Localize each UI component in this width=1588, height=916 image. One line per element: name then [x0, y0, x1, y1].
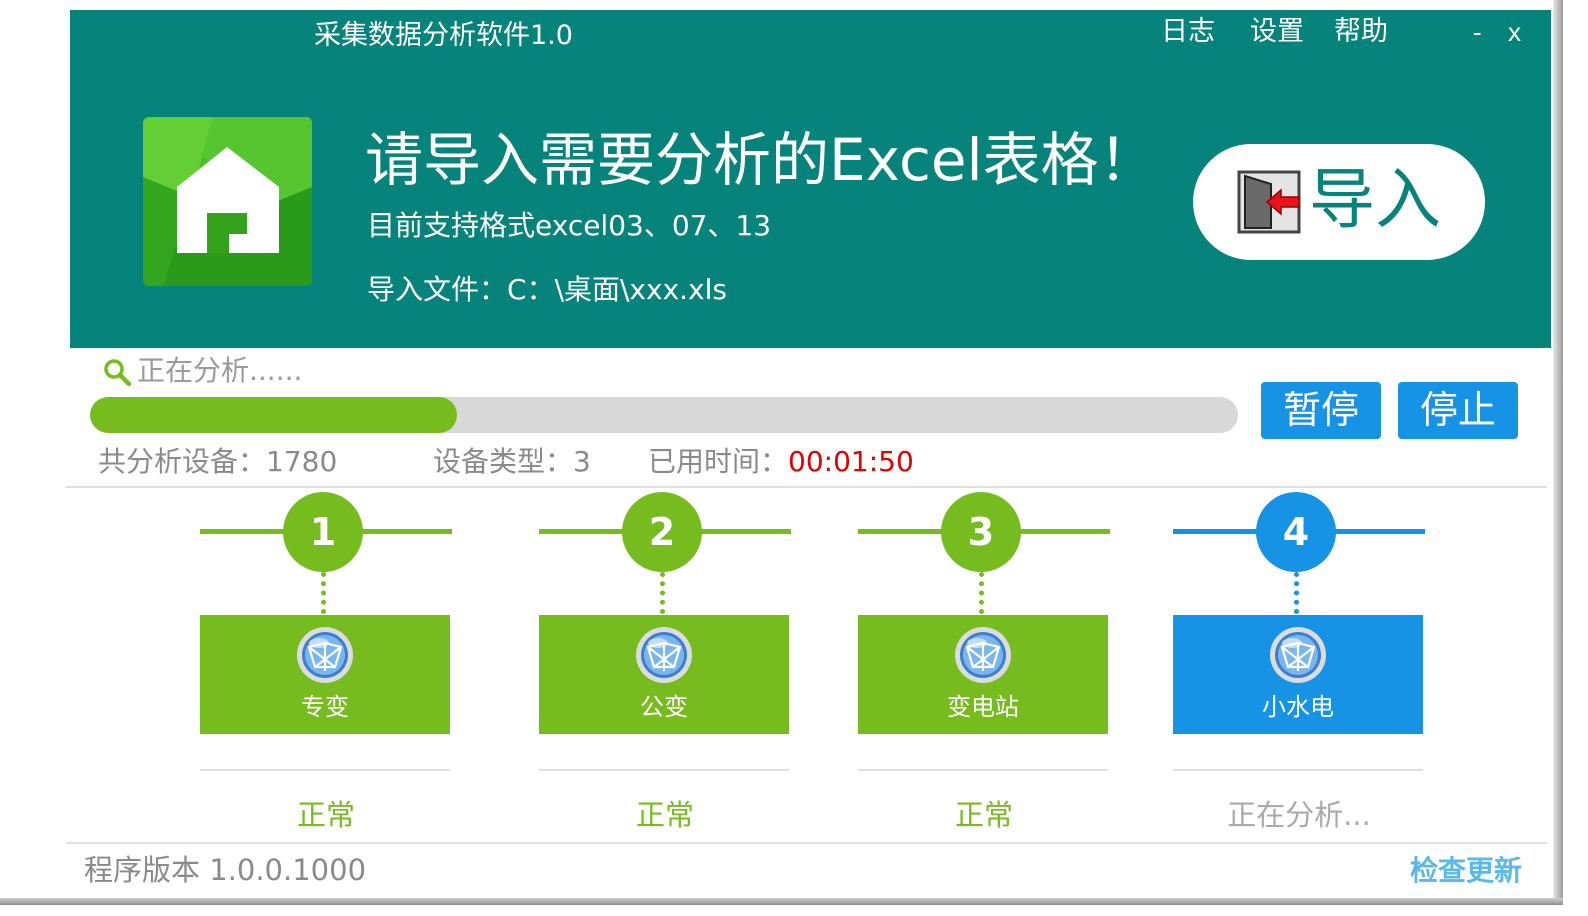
step-2-separator: [539, 769, 789, 771]
step-1-connector: [321, 572, 326, 614]
device-count: 共分析设备：1780: [98, 442, 337, 482]
import-door-icon: [1237, 170, 1303, 238]
divider-bottom: [66, 842, 1547, 844]
device-types-label: 设备类型：: [433, 445, 574, 478]
step-3-name: 变电站: [947, 693, 1019, 721]
step-3-card[interactable]: 变电站: [858, 615, 1108, 734]
check-update-link[interactable]: 检查更新: [1410, 852, 1522, 890]
step-2-connector: [660, 572, 665, 614]
search-icon: [104, 359, 132, 387]
step-3-separator: [858, 769, 1108, 771]
app-title: 采集数据分析软件1.0: [314, 20, 573, 51]
step-4-name: 小水电: [1262, 693, 1334, 721]
step-1: 1 专变 正常: [200, 490, 452, 840]
device-count-value: 1780: [266, 445, 338, 478]
device-types: 设备类型：3: [433, 442, 591, 482]
step-4-number: 4: [1256, 492, 1336, 572]
step-3-number: 3: [941, 492, 1021, 572]
menu-log[interactable]: 日志: [1161, 14, 1215, 50]
step-4-state: 正在分析...: [1227, 798, 1371, 832]
step-1-separator: [200, 769, 450, 771]
step-4-card[interactable]: 小水电: [1173, 615, 1423, 734]
network-globe-icon: [634, 625, 694, 689]
step-2-card[interactable]: 公变: [539, 615, 789, 734]
step-1-card[interactable]: 专变: [200, 615, 450, 734]
import-file-path: C：\桌面\xxx.xls: [507, 273, 727, 306]
step-4: 4 小水电 正在分析...: [1173, 490, 1425, 840]
elapsed-time: 已用时间：00:01:50: [648, 442, 914, 482]
progress-bar: [90, 397, 1238, 433]
import-button-label: 导入: [1309, 161, 1441, 238]
analysis-status-text: 正在分析......: [137, 354, 303, 387]
menu-settings[interactable]: 设置: [1250, 14, 1304, 50]
stop-button[interactable]: 停止: [1398, 382, 1518, 439]
step-3-connector: [979, 572, 984, 614]
step-2-number: 2: [622, 492, 702, 572]
banner-formats: 目前支持格式excel03、07、13: [367, 209, 772, 242]
import-file-label: 导入文件：: [367, 273, 508, 306]
progress-fill: [90, 397, 458, 433]
window-frame-bottom: [0, 898, 1563, 905]
import-button[interactable]: 导入: [1193, 144, 1485, 260]
network-globe-icon: [953, 625, 1013, 689]
window-frame-right: [1553, 0, 1563, 905]
elapsed-time-label: 已用时间：: [648, 445, 789, 478]
elapsed-time-value: 00:01:50: [788, 445, 914, 478]
import-file-line: 导入文件：C：\桌面\xxx.xls: [367, 272, 727, 308]
network-globe-icon: [1268, 625, 1328, 689]
step-4-separator: [1173, 769, 1423, 771]
step-3-state: 正常: [954, 798, 1013, 832]
step-4-connector: [1294, 572, 1299, 614]
divider-top: [66, 486, 1547, 488]
pause-button[interactable]: 暂停: [1261, 382, 1381, 439]
minimize-button[interactable]: -: [1473, 16, 1482, 48]
home-logo-icon: [143, 117, 312, 286]
banner-headline: 请导入需要分析的Excel表格！: [365, 126, 1157, 194]
menu-help[interactable]: 帮助: [1334, 14, 1388, 50]
device-count-label: 共分析设备：: [98, 445, 267, 478]
network-globe-icon: [295, 625, 355, 689]
step-2-name: 公变: [640, 693, 688, 721]
step-3: 3 变电站 正常: [858, 490, 1110, 840]
close-button[interactable]: x: [1508, 16, 1521, 48]
step-1-state: 正常: [296, 798, 355, 832]
program-version: 程序版本 1.0.0.1000: [84, 853, 367, 887]
step-1-number: 1: [283, 492, 363, 572]
analysis-status: 正在分析......: [103, 352, 302, 390]
step-1-name: 专变: [301, 693, 349, 721]
header-banner: 采集数据分析软件1.0 日志 设置 帮助 - x 请导入需要分析的Excel表格…: [70, 10, 1551, 348]
step-2: 2 公变 正常: [539, 490, 791, 840]
step-2-state: 正常: [635, 798, 694, 832]
device-types-value: 3: [573, 445, 591, 478]
